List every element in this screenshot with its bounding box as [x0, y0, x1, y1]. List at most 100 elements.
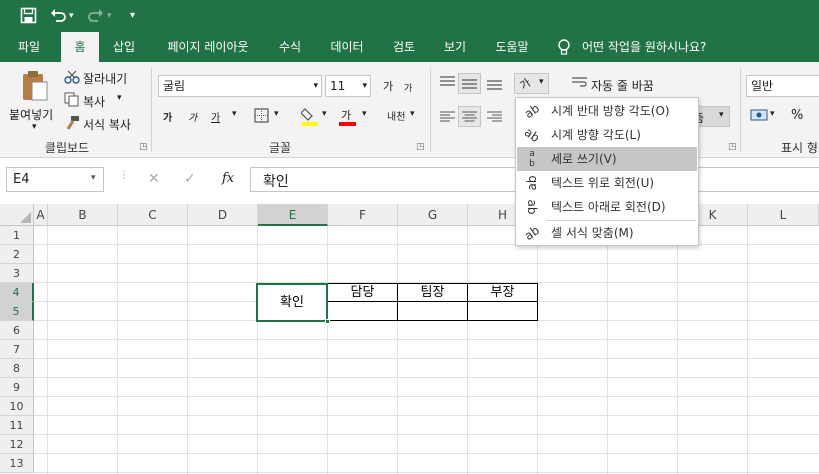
- column-header[interactable]: E: [258, 204, 328, 226]
- menu-item-angle-cw[interactable]: ab 시계 방향 각도(L): [517, 123, 697, 147]
- row-header[interactable]: 10: [0, 397, 34, 416]
- undo-dropdown-icon[interactable]: ▾: [69, 6, 74, 26]
- clipboard-launcher-icon[interactable]: ◳: [139, 142, 148, 152]
- fill-handle[interactable]: [325, 319, 330, 324]
- row-header[interactable]: 9: [0, 378, 34, 397]
- column-header[interactable]: B: [48, 204, 118, 226]
- shrink-font-button[interactable]: 가: [404, 81, 412, 94]
- column-header[interactable]: A: [34, 204, 48, 226]
- tab-insert[interactable]: 삽입: [104, 32, 144, 62]
- row-header[interactable]: 8: [0, 359, 34, 378]
- orientation-button[interactable]: 가 ▾: [514, 73, 549, 94]
- menu-item-vertical-text[interactable]: ab 세로 쓰기(V): [517, 147, 697, 171]
- fill-color-icon[interactable]: [301, 106, 318, 126]
- paste-icon[interactable]: [20, 70, 50, 102]
- cell-h4[interactable]: 부장: [467, 283, 538, 302]
- align-left-icon[interactable]: [440, 111, 455, 123]
- column-header[interactable]: C: [118, 204, 188, 226]
- underline-button[interactable]: 가: [211, 109, 220, 124]
- font-launcher-icon[interactable]: ◳: [416, 142, 425, 152]
- menu-item-format-alignment[interactable]: ab 셀 서식 맞춤(M): [517, 221, 697, 245]
- alignment-launcher-icon[interactable]: ◳: [728, 142, 737, 152]
- font-name-combo[interactable]: 굴림 ▾: [158, 75, 322, 97]
- save-icon[interactable]: [20, 7, 37, 24]
- format-painter-button[interactable]: 서식 복사: [83, 116, 131, 133]
- row-header[interactable]: 12: [0, 435, 34, 454]
- font-size-combo[interactable]: 11 ▾: [325, 75, 371, 97]
- redo-icon[interactable]: [88, 8, 104, 23]
- insert-function-icon[interactable]: fx: [222, 171, 234, 186]
- phonetic-dropdown-icon[interactable]: ▾: [410, 109, 415, 119]
- tab-review[interactable]: 검토: [384, 32, 424, 62]
- chevron-down-icon[interactable]: ▾: [91, 173, 96, 183]
- column-header[interactable]: D: [188, 204, 258, 226]
- enter-icon[interactable]: ✓: [184, 171, 196, 187]
- row-header[interactable]: 5: [0, 302, 34, 321]
- tab-data[interactable]: 데이터: [321, 32, 373, 62]
- cell-g5[interactable]: [397, 301, 468, 321]
- selected-cell-e4[interactable]: 확인: [256, 283, 328, 322]
- column-header[interactable]: L: [748, 204, 819, 226]
- undo-icon[interactable]: [50, 8, 66, 23]
- font-color-dropdown-icon[interactable]: ▾: [362, 109, 367, 119]
- align-center-button[interactable]: [458, 106, 481, 127]
- align-right-icon[interactable]: [487, 111, 502, 123]
- row-header[interactable]: 6: [0, 321, 34, 340]
- chevron-down-icon[interactable]: ▾: [362, 76, 367, 96]
- cancel-icon[interactable]: ✕: [148, 171, 160, 187]
- paste-button[interactable]: 붙여넣기: [9, 106, 53, 123]
- column-header[interactable]: G: [398, 204, 468, 226]
- cut-button[interactable]: 잘라내기: [83, 70, 127, 87]
- accounting-dropdown-icon[interactable]: ▾: [770, 109, 775, 119]
- customize-qat-icon[interactable]: ▾: [130, 6, 135, 26]
- bold-button[interactable]: 가: [163, 109, 172, 124]
- menu-item-rotate-down[interactable]: ab 텍스트 아래로 회전(D): [517, 195, 697, 219]
- row-header[interactable]: 7: [0, 340, 34, 359]
- menu-item-rotate-up[interactable]: ab 텍스트 위로 회전(U): [517, 171, 697, 195]
- select-all-button[interactable]: [0, 204, 34, 226]
- row-header[interactable]: 13: [0, 454, 34, 473]
- row-header[interactable]: 4: [0, 283, 34, 302]
- row-header[interactable]: 11: [0, 416, 34, 435]
- column-header[interactable]: F: [328, 204, 398, 226]
- phonetic-button[interactable]: 내천: [387, 108, 405, 123]
- tab-page-layout[interactable]: 페이지 레이아웃: [156, 32, 260, 62]
- tell-me-search[interactable]: 어떤 작업을 원하시나요?: [582, 32, 722, 62]
- cell-h5[interactable]: [467, 301, 538, 321]
- percent-button[interactable]: %: [791, 108, 803, 123]
- cell-g4[interactable]: 팀장: [397, 283, 468, 302]
- tab-home[interactable]: 홈: [61, 32, 99, 62]
- row-header[interactable]: 2: [0, 245, 34, 264]
- borders-icon[interactable]: [254, 108, 269, 123]
- tab-view[interactable]: 보기: [435, 32, 475, 62]
- redo-dropdown-icon[interactable]: ▾: [107, 6, 112, 26]
- copy-button[interactable]: 복사: [83, 93, 105, 110]
- align-top-icon[interactable]: [440, 76, 455, 88]
- chevron-down-icon[interactable]: ▾: [313, 76, 318, 96]
- tab-file[interactable]: 파일: [6, 32, 52, 62]
- fill-color-dropdown-icon[interactable]: ▾: [322, 109, 327, 119]
- number-format-combo[interactable]: 일반: [746, 75, 819, 97]
- row-header[interactable]: 1: [0, 226, 34, 245]
- tab-help[interactable]: 도움말: [486, 32, 538, 62]
- paste-dropdown-icon[interactable]: ▾: [32, 122, 37, 132]
- wrap-text-button[interactable]: 자동 줄 바꿈: [591, 77, 654, 94]
- font-color-button[interactable]: 가: [341, 107, 351, 123]
- copy-dropdown-icon[interactable]: ▾: [117, 93, 122, 103]
- tab-formulas[interactable]: 수식: [270, 32, 310, 62]
- underline-dropdown-icon[interactable]: ▾: [232, 109, 237, 119]
- gridline: [34, 434, 819, 435]
- separator: [430, 68, 431, 152]
- row-header[interactable]: 3: [0, 264, 34, 283]
- grow-font-button[interactable]: 가: [383, 78, 393, 94]
- menu-item-angle-ccw[interactable]: ab 시계 반대 방향 각도(O): [517, 99, 697, 123]
- accounting-format-icon[interactable]: [750, 108, 768, 122]
- select-all-icon: [20, 212, 31, 223]
- italic-button[interactable]: 가: [188, 109, 197, 124]
- align-bottom-icon[interactable]: [487, 78, 502, 90]
- borders-dropdown-icon[interactable]: ▾: [274, 109, 279, 119]
- cell-f4[interactable]: 담당: [327, 283, 398, 302]
- name-box[interactable]: E4 ▾: [6, 167, 104, 192]
- cell-f5[interactable]: [327, 301, 398, 321]
- align-middle-button[interactable]: [458, 73, 481, 94]
